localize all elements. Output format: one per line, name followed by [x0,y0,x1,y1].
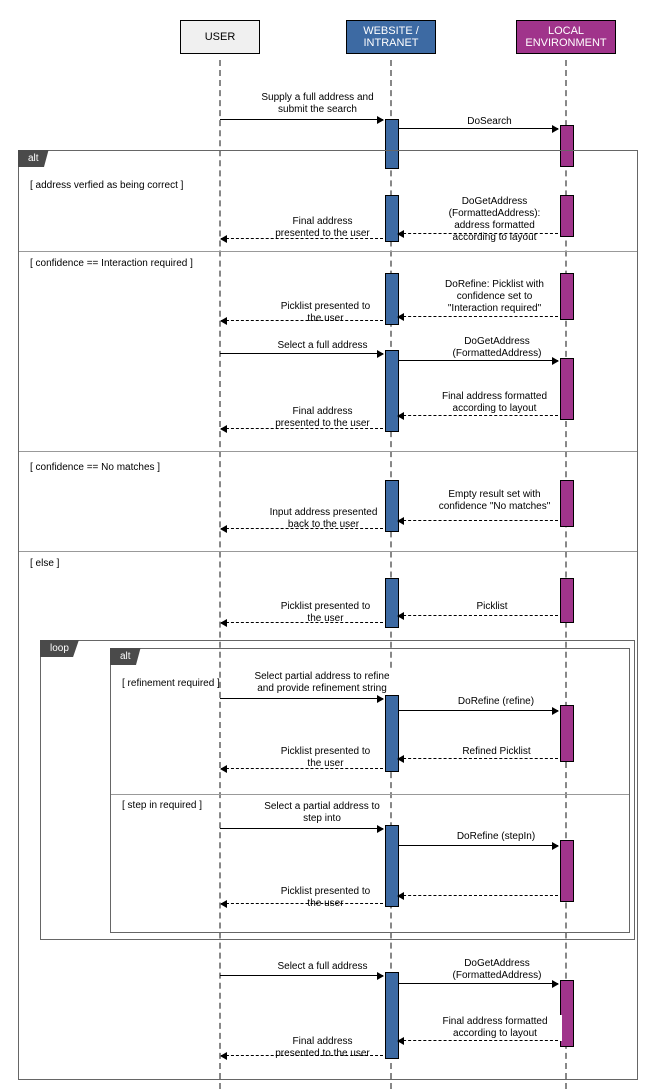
msg-final-fmt-1: Final address formatted according to lay… [435,390,554,416]
msg-select-full-2: Select a full address [268,960,377,974]
arrow-m11 [398,520,558,521]
sep-1 [19,251,637,252]
actor-website: WEBSITE / INTRANET [346,20,436,54]
arrow-m12 [221,528,383,529]
arrow-m22 [220,975,383,976]
frame-tab-alt2: alt [110,648,141,665]
arrow-m5 [398,316,558,317]
msg-dogetaddress-1: DoGetAddress (FormattedAddress): address… [435,195,554,245]
arrow-m3 [398,233,558,234]
msg-empty: Empty result set with confidence "No mat… [435,488,554,514]
msg-refined: Refined Picklist [452,745,541,759]
msg-picklist-4: Picklist presented to the user [276,885,375,911]
arrow-m16 [398,710,558,711]
guard-5: [ refinement required ] [122,678,220,689]
sequence-diagram: USER WEBSITE / INTRANET LOCAL ENVIRONMEN… [0,0,647,1089]
msg-select-partial-2: Select a partial address to step into [260,800,384,826]
guard-1: [ address verfied as being correct ] [30,180,183,191]
arrow-m23 [398,983,558,984]
msg-dogetaddress-3: DoGetAddress (FormattedAddress) [445,957,549,983]
activation-local-3 [560,273,574,320]
activation-local-9 [560,980,574,1047]
arrow-m2 [398,128,558,129]
msg-select-1: Select a full address [268,339,377,353]
arrow-m17 [221,768,383,769]
sep-inner [111,794,629,795]
msg-final-3: Final address presented to the user [268,1035,377,1061]
arrow-m13 [221,622,383,623]
arrow-m10 [221,428,383,429]
guard-3: [ confidence == No matches ] [30,462,160,473]
activation-local-7 [560,705,574,762]
msg-dogetaddress-2: DoGetAddress (FormattedAddress) [445,335,549,361]
activation-local-2 [560,195,574,237]
frame-tab-loop: loop [40,640,79,657]
arrow-m14 [398,615,558,616]
arrow-m21 [221,903,383,904]
arrow-m4 [221,238,383,239]
arrow-m21r [398,895,558,896]
arrow-m9 [398,415,558,416]
actor-user: USER [180,20,260,54]
arrow-m7 [220,353,383,354]
msg-dorefine-3: DoRefine (stepIn) [450,830,542,844]
activation-web-6 [385,578,399,628]
frame-tab-alt: alt [18,150,49,167]
activation-web-9 [385,972,399,1059]
activation-local-8 [560,840,574,902]
msg-final-fmt-2: Final address formatted according to lay… [428,1015,562,1041]
arrow-m25 [221,1055,383,1056]
sep-2 [19,451,637,452]
msg-select-partial-1: Select partial address to refine and pro… [250,670,394,696]
msg-picklist-1: Picklist presented to the user [276,300,375,326]
msg-supply-address: Supply a full address and submit the sea… [253,91,382,117]
arrow-m19 [220,828,383,829]
msg-dorefine-2: DoRefine (refine) [450,695,542,709]
actor-local: LOCAL ENVIRONMENT [516,20,616,54]
guard-6: [ step in required ] [122,800,202,811]
guard-2: [ confidence == Interaction required ] [30,258,193,269]
arrow-m1 [220,119,383,120]
msg-dorefine-1: DoRefine: Picklist with confidence set t… [435,278,554,316]
arrow-m18 [398,758,558,759]
msg-picklist-2: Picklist [465,600,519,614]
sep-3 [19,551,637,552]
activation-local-4 [560,358,574,420]
arrow-m15 [220,698,383,699]
arrow-m6 [221,320,383,321]
activation-local-6 [560,578,574,623]
msg-dosearch: DoSearch [460,115,519,129]
arrow-m8 [398,360,558,361]
arrow-m24 [398,1040,558,1041]
guard-4: [ else ] [30,558,59,569]
activation-local-5 [560,480,574,527]
arrow-m20 [398,845,558,846]
